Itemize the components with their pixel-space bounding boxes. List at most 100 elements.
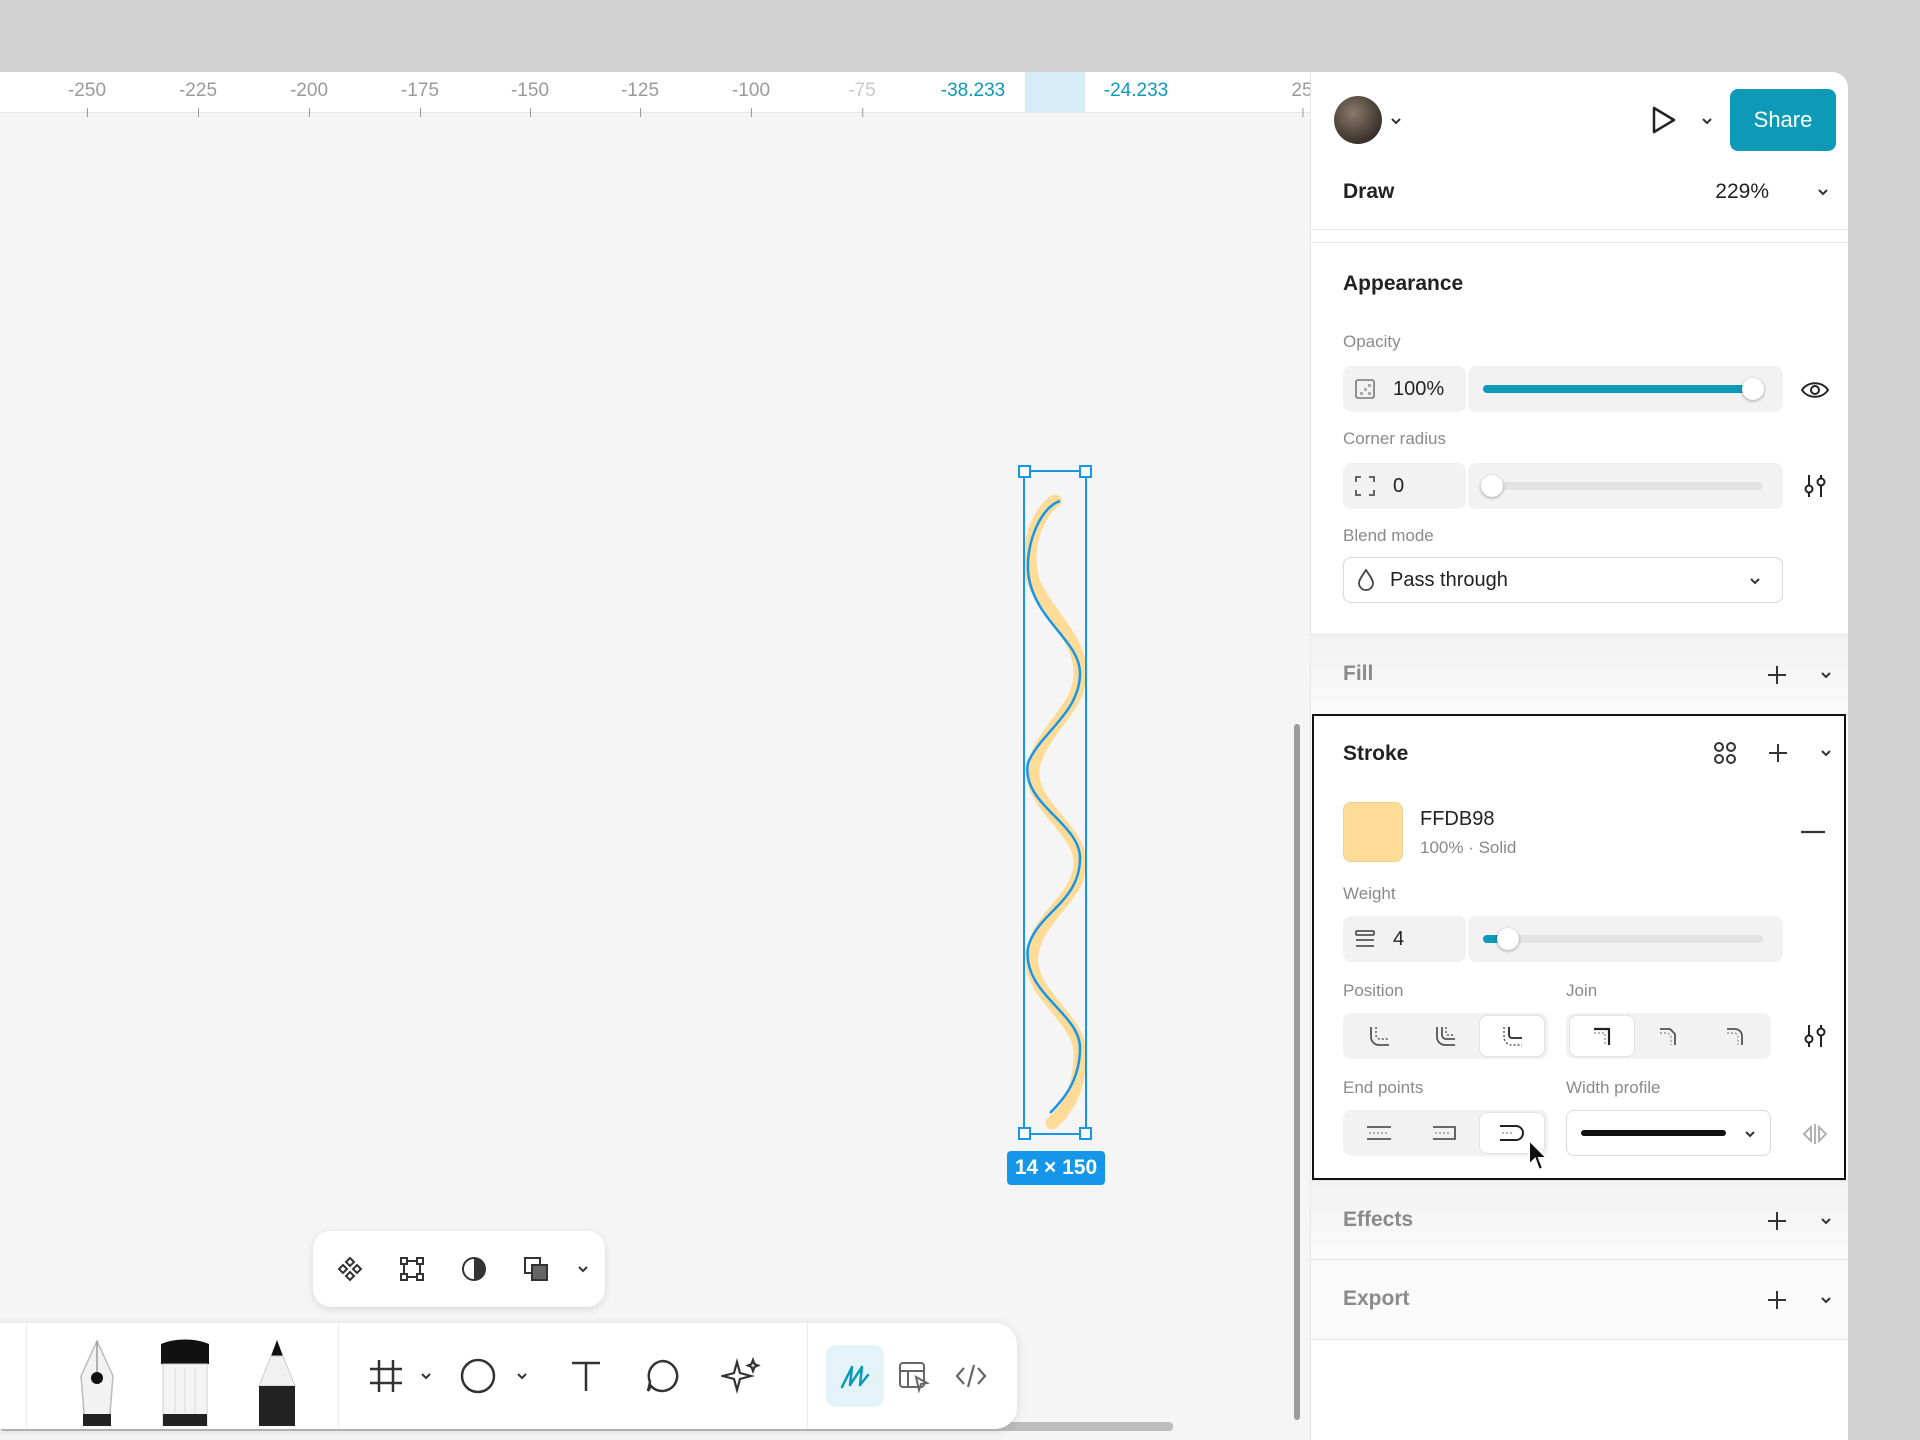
slider-track bbox=[1483, 482, 1763, 490]
chevron-down-icon bbox=[421, 1373, 431, 1380]
appearance-title: Appearance bbox=[1343, 272, 1464, 295]
sparkle-icon bbox=[721, 1356, 761, 1395]
chevron-down-icon bbox=[1391, 118, 1401, 125]
add-export-button[interactable] bbox=[1763, 1286, 1791, 1314]
frame-tool[interactable] bbox=[358, 1345, 414, 1407]
end-points-label: End points bbox=[1343, 1078, 1424, 1097]
divider bbox=[1311, 242, 1848, 243]
fill-section[interactable]: Fill bbox=[1311, 634, 1848, 715]
mouse-cursor bbox=[1524, 1136, 1554, 1176]
ruler-tick: -100 bbox=[731, 80, 771, 117]
visibility-toggle[interactable] bbox=[1795, 372, 1835, 408]
present-button[interactable] bbox=[1645, 102, 1681, 138]
adjust-icon bbox=[1804, 475, 1826, 497]
wave-stroke-path[interactable] bbox=[1023, 494, 1087, 1130]
pencil-tool[interactable] bbox=[242, 1333, 312, 1429]
opacity-slider[interactable] bbox=[1468, 366, 1783, 412]
blend-mode-select[interactable]: Pass through bbox=[1343, 557, 1783, 603]
corner-radius-slider-knob[interactable] bbox=[1481, 475, 1503, 497]
dev-mode-button[interactable] bbox=[942, 1345, 1000, 1407]
export-section[interactable]: Export bbox=[1311, 1259, 1848, 1340]
stroke-weight-slider[interactable] bbox=[1468, 916, 1783, 962]
corner-radius-slider[interactable] bbox=[1468, 463, 1783, 509]
chevron-down-icon bbox=[578, 1266, 588, 1273]
add-effect-button[interactable] bbox=[1763, 1207, 1791, 1235]
vertical-scrollbar[interactable] bbox=[1294, 724, 1300, 1420]
join-miter-option[interactable] bbox=[1570, 1016, 1634, 1056]
drop-icon bbox=[1358, 568, 1374, 591]
style-library-button[interactable] bbox=[1708, 736, 1742, 770]
blend-icon bbox=[1354, 568, 1378, 592]
stroke-collapse-chevron[interactable] bbox=[1817, 744, 1835, 762]
boolean-button[interactable] bbox=[509, 1242, 563, 1296]
selection-size-badge: 14 × 150 bbox=[1007, 1151, 1105, 1185]
position-center-option[interactable] bbox=[1413, 1016, 1477, 1056]
add-fill-button[interactable] bbox=[1763, 661, 1791, 689]
export-collapse-chevron[interactable] bbox=[1817, 1291, 1835, 1309]
comment-tool[interactable] bbox=[635, 1345, 691, 1407]
join-bevel-option[interactable] bbox=[1636, 1016, 1700, 1056]
brush-tool[interactable] bbox=[150, 1333, 220, 1429]
ai-tool[interactable] bbox=[713, 1345, 769, 1407]
stroke-color-hex[interactable]: FFDB98 bbox=[1420, 808, 1494, 831]
canvas[interactable] bbox=[0, 113, 1310, 1440]
effects-collapse-chevron[interactable] bbox=[1817, 1212, 1835, 1230]
stroke-weight-icon bbox=[1355, 930, 1375, 947]
corner-radius-input[interactable]: 0 bbox=[1343, 463, 1466, 509]
opacity-slider-knob[interactable] bbox=[1742, 378, 1764, 400]
add-stroke-button[interactable] bbox=[1763, 738, 1793, 768]
stroke-inside-icon bbox=[1370, 1027, 1389, 1046]
zoom-level[interactable]: 229% bbox=[1715, 180, 1769, 204]
opacity-slider-fill bbox=[1483, 385, 1753, 393]
component-button[interactable] bbox=[323, 1242, 377, 1296]
export-title: Export bbox=[1343, 1287, 1410, 1310]
draw-mode-button[interactable] bbox=[826, 1345, 884, 1407]
draw-scribble-icon bbox=[840, 1365, 870, 1389]
chevron-down-icon bbox=[1821, 672, 1831, 679]
position-outside-option[interactable] bbox=[1480, 1016, 1544, 1056]
width-profile-select[interactable] bbox=[1566, 1110, 1771, 1156]
minus-icon bbox=[1801, 830, 1825, 834]
effects-title: Effects bbox=[1343, 1208, 1414, 1231]
stroke-endpoints-segment bbox=[1343, 1110, 1548, 1156]
toolbar-divider bbox=[338, 1323, 339, 1429]
stroke-color-swatch[interactable] bbox=[1343, 802, 1403, 862]
endpoint-square-option[interactable] bbox=[1413, 1113, 1477, 1153]
frame-tool-chevron[interactable] bbox=[414, 1345, 438, 1407]
effects-section[interactable]: Effects bbox=[1311, 1180, 1848, 1261]
account-chevron[interactable] bbox=[1387, 112, 1405, 130]
fill-collapse-chevron[interactable] bbox=[1817, 666, 1835, 684]
share-button[interactable]: Share bbox=[1730, 89, 1836, 151]
shape-tool-chevron[interactable] bbox=[510, 1345, 534, 1407]
boolean-options-chevron[interactable] bbox=[571, 1242, 595, 1296]
weight-slider-knob[interactable] bbox=[1497, 928, 1519, 950]
corner-settings-button[interactable] bbox=[1795, 468, 1835, 504]
resize-handle-br[interactable] bbox=[1079, 1127, 1092, 1140]
join-round-option[interactable] bbox=[1703, 1016, 1767, 1056]
remove-stroke-button[interactable] bbox=[1798, 819, 1828, 845]
avatar[interactable] bbox=[1334, 96, 1382, 144]
checker-icon bbox=[1355, 379, 1375, 399]
stroke-weight-input[interactable]: 4 bbox=[1343, 916, 1466, 962]
stroke-color-meta: 100% · Solid bbox=[1420, 838, 1517, 857]
position-inside-option[interactable] bbox=[1347, 1016, 1411, 1056]
resize-handle-bl[interactable] bbox=[1018, 1127, 1031, 1140]
present-options-chevron[interactable] bbox=[1698, 112, 1716, 130]
ellipse-tool[interactable] bbox=[450, 1345, 506, 1407]
resize-handle-tr[interactable] bbox=[1079, 465, 1092, 478]
play-icon bbox=[1652, 106, 1676, 134]
stroke-advanced-settings-button[interactable] bbox=[1795, 1018, 1835, 1054]
pen-tool[interactable] bbox=[62, 1333, 132, 1429]
edit-object-button[interactable] bbox=[385, 1242, 439, 1296]
corner-radius-value: 0 bbox=[1393, 475, 1405, 497]
resize-handle-tl[interactable] bbox=[1018, 465, 1031, 478]
opacity-input[interactable]: 100% bbox=[1343, 366, 1466, 412]
zoom-chevron[interactable] bbox=[1814, 183, 1832, 201]
flip-width-profile-button[interactable] bbox=[1795, 1116, 1835, 1152]
cap-square-icon bbox=[1433, 1126, 1456, 1140]
text-tool[interactable] bbox=[558, 1345, 614, 1407]
mask-button[interactable] bbox=[447, 1242, 501, 1296]
vector-edit-icon bbox=[400, 1257, 424, 1281]
endpoint-none-option[interactable] bbox=[1347, 1113, 1411, 1153]
design-mode-button[interactable] bbox=[884, 1345, 942, 1407]
